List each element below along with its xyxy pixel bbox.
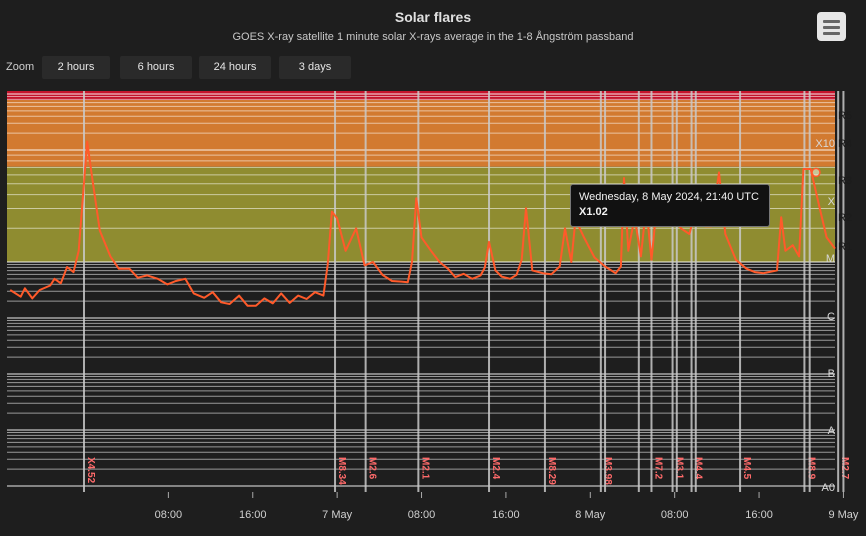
- flare-event-label: M2.7: [839, 457, 850, 480]
- flare-event-label: M8.9: [805, 457, 816, 480]
- flare-event-label: M2.1: [419, 457, 430, 480]
- class-label: A0: [822, 482, 835, 494]
- class-label: X: [828, 196, 836, 208]
- x-tick-label: 08:00: [661, 509, 689, 521]
- x-tick-label: 16:00: [745, 509, 773, 521]
- radio-blackout-label: R2: [838, 212, 852, 224]
- flare-event-label: M2.6: [367, 457, 378, 480]
- x-tick-label: 9 May: [828, 509, 858, 521]
- radio-blackout-label: R1: [838, 241, 852, 253]
- tooltip-marker: [811, 167, 821, 178]
- chart-tooltip: Wednesday, 8 May 2024, 21:40 UTC X1.02: [570, 184, 770, 227]
- class-label: X10: [815, 138, 835, 150]
- class-label: A: [828, 425, 836, 437]
- flare-event-label: X4.52: [85, 457, 96, 484]
- x-tick-label: 16:00: [492, 509, 520, 521]
- radio-blackout-label: R3: [838, 175, 852, 187]
- flare-event-label: M4.4: [693, 457, 704, 480]
- class-label: B: [828, 368, 835, 380]
- flare-event-label: M4.5: [741, 457, 752, 480]
- tooltip-value: X1.02: [579, 206, 608, 218]
- class-label: M: [826, 253, 835, 265]
- x-tick-label: 8 May: [575, 509, 605, 521]
- flare-event-label: M8.29: [546, 457, 557, 485]
- radio-blackout-label: R5: [838, 110, 852, 122]
- flare-event-label: M3.1: [674, 457, 685, 480]
- radio-blackout-label: R4: [838, 138, 852, 150]
- x-tick-label: 08:00: [155, 509, 183, 521]
- x-tick-label: 7 May: [322, 509, 352, 521]
- band-x10: [7, 91, 835, 100]
- x-tick-label: 08:00: [408, 509, 436, 521]
- solar-flare-chart: X4.52 M8.34 M2.6 M2.1 M2.4 M8.29 M3.98 M7.2 M3.1…: [7, 91, 859, 521]
- flare-event-label: M7.2: [652, 457, 663, 480]
- tooltip-date: Wednesday, 8 May 2024, 21:40 UTC: [579, 191, 759, 203]
- x-tick-label: 16:00: [239, 509, 267, 521]
- flare-event-label: M8.34: [336, 457, 347, 485]
- flare-event-label: M2.4: [490, 457, 501, 480]
- flare-event-label: M3.98: [602, 457, 613, 485]
- class-label: C: [827, 311, 835, 323]
